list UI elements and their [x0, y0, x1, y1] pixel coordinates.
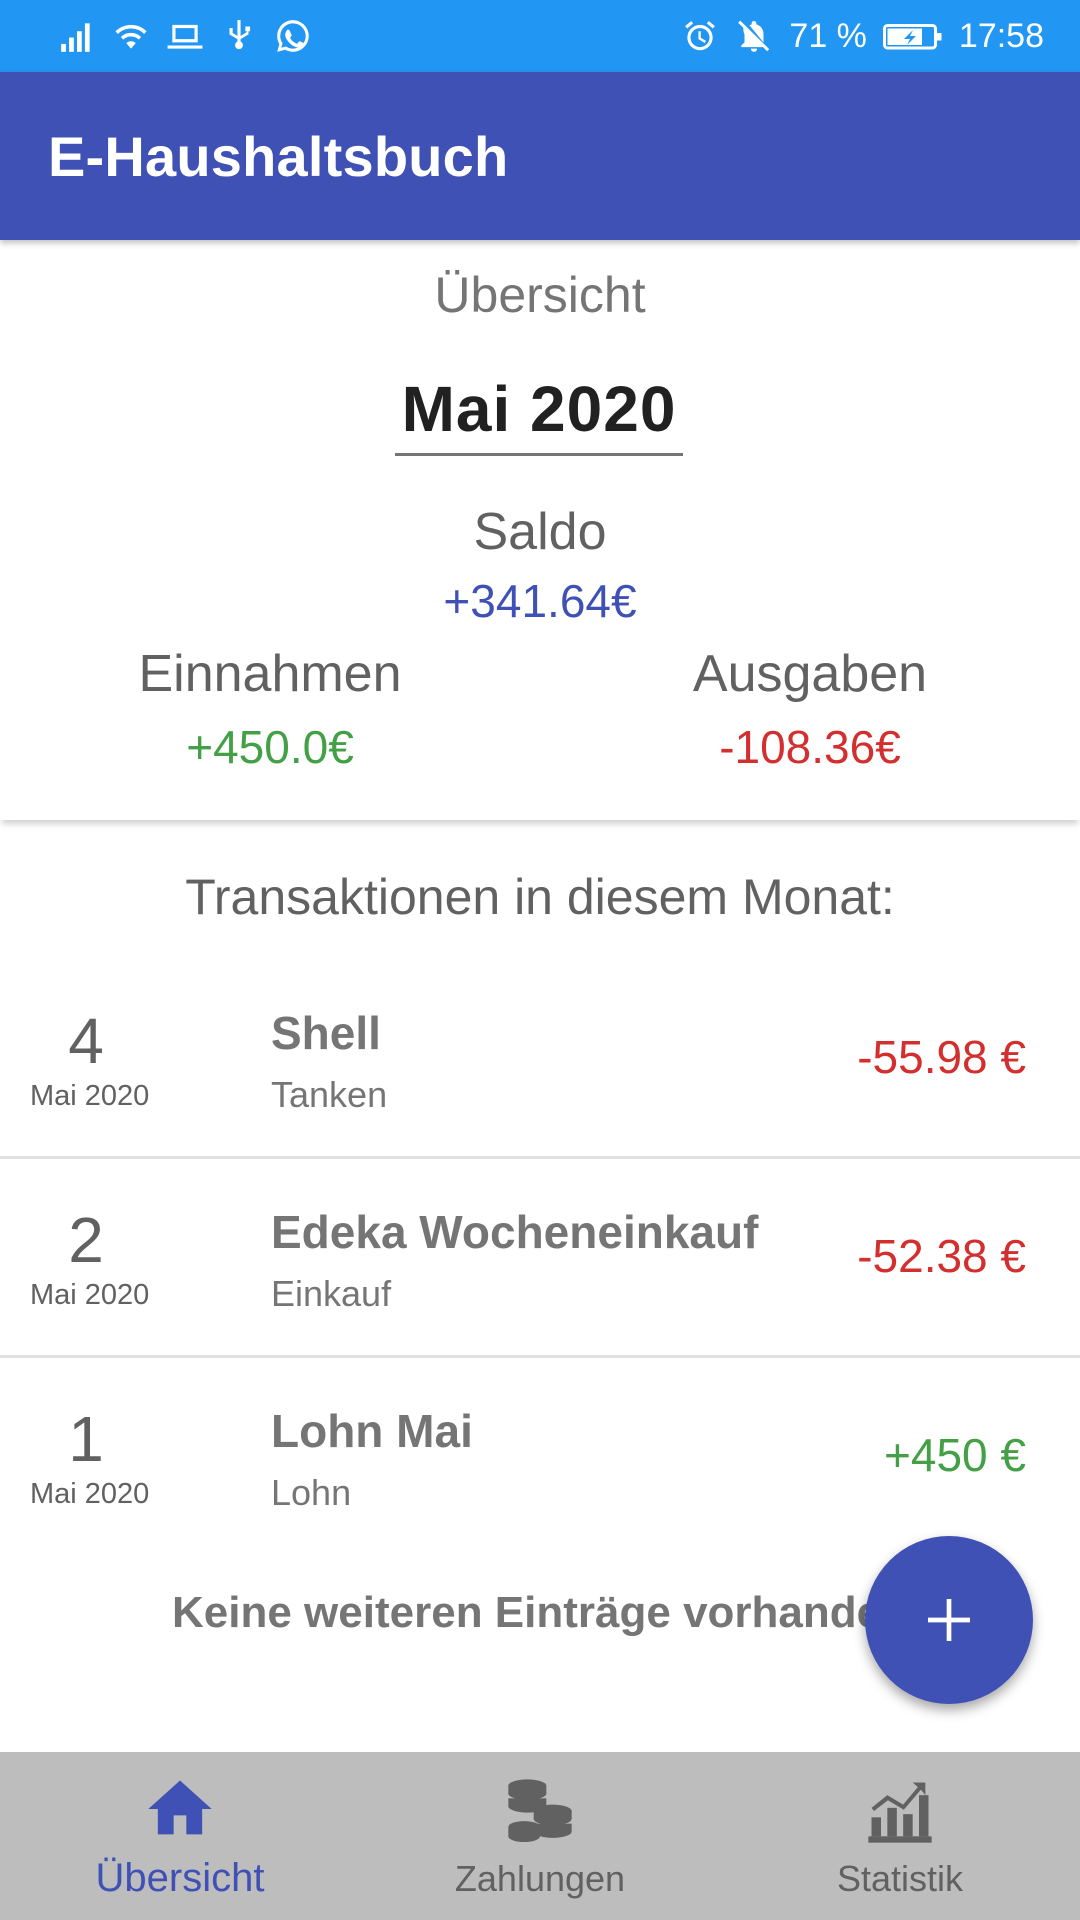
transaction-month: Mai 2020	[30, 1279, 150, 1311]
transaction-row[interactable]: 4 Mai 2020 Shell Tanken -55.98 €	[0, 960, 1080, 1159]
home-icon	[142, 1771, 218, 1852]
coins-icon	[502, 1773, 578, 1854]
battery-percent: 71 %	[789, 16, 867, 55]
nav-item-payments[interactable]: Zahlungen	[360, 1752, 720, 1920]
alarm-icon	[681, 17, 719, 55]
screen: 71 % 17:58 E-Haushaltsbuch Übersicht Mai…	[0, 0, 1080, 1920]
nav-item-label: Zahlungen	[454, 1857, 626, 1899]
status-bar: 71 % 17:58	[0, 0, 1080, 72]
transaction-row[interactable]: 1 Mai 2020 Lohn Mai Lohn +450 €	[0, 1358, 1080, 1557]
laptop-icon	[166, 17, 204, 55]
transaction-day: 2	[68, 1204, 104, 1276]
transaction-title: Lohn Mai	[271, 1405, 473, 1457]
usb-icon	[220, 17, 258, 55]
nav-item-label: Übersicht	[95, 1856, 265, 1900]
transaction-month: Mai 2020	[30, 1080, 150, 1112]
nav-item-overview[interactable]: Übersicht	[0, 1752, 360, 1920]
wifi-icon	[112, 17, 150, 55]
app-bar: E-Haushaltsbuch	[0, 72, 1080, 240]
transaction-title: Edeka Wocheneinkauf	[271, 1206, 759, 1258]
transaction-row[interactable]: 2 Mai 2020 Edeka Wocheneinkauf Einkauf -…	[0, 1159, 1080, 1358]
nav-item-statistics[interactable]: Statistik	[720, 1752, 1080, 1920]
saldo-label: Saldo	[473, 503, 607, 561]
chart-icon	[862, 1773, 938, 1854]
transaction-day: 4	[68, 1005, 104, 1077]
income-label: Einnahmen	[138, 645, 402, 703]
transaction-list: 4 Mai 2020 Shell Tanken -55.98 € 2 Mai 2…	[0, 960, 1080, 1557]
status-right-icons: 71 % 17:58	[681, 17, 1044, 56]
battery-icon	[882, 17, 943, 55]
expense-label: Ausgaben	[692, 645, 928, 703]
transaction-month: Mai 2020	[30, 1478, 150, 1510]
transaction-category: Einkauf	[271, 1273, 392, 1314]
overview-card: Übersicht Mai 2020 Saldo +341.64€ Einnah…	[0, 240, 1080, 820]
transaction-category: Lohn	[271, 1472, 352, 1513]
clock: 17:58	[958, 16, 1044, 55]
month-picker[interactable]: Mai 2020	[395, 364, 683, 456]
expense-value: -108.36€	[719, 721, 901, 773]
transaction-amount: -55.98 €	[857, 1031, 1026, 1083]
saldo-value: +341.64€	[443, 575, 637, 627]
add-transaction-button[interactable]	[865, 1536, 1033, 1704]
income-value: +450.0€	[186, 721, 354, 773]
signal-icon	[58, 17, 96, 55]
status-left-icons	[58, 17, 312, 55]
transaction-amount: -52.38 €	[857, 1230, 1026, 1282]
whatsapp-icon	[274, 17, 312, 55]
app-title: E-Haushaltsbuch	[48, 124, 509, 188]
transaction-category: Tanken	[271, 1074, 388, 1115]
nav-item-label: Statistik	[836, 1857, 964, 1899]
transaction-amount: +450 €	[884, 1429, 1026, 1481]
transactions-heading: Transaktionen in diesem Monat:	[185, 869, 895, 925]
transaction-title: Shell	[271, 1007, 381, 1059]
plus-icon	[928, 1599, 970, 1641]
mute-icon	[735, 17, 773, 55]
transaction-day: 1	[68, 1403, 104, 1475]
overview-heading: Übersicht	[434, 267, 646, 323]
bottom-navigation: Übersicht Zahlungen Statistik	[0, 1752, 1080, 1920]
